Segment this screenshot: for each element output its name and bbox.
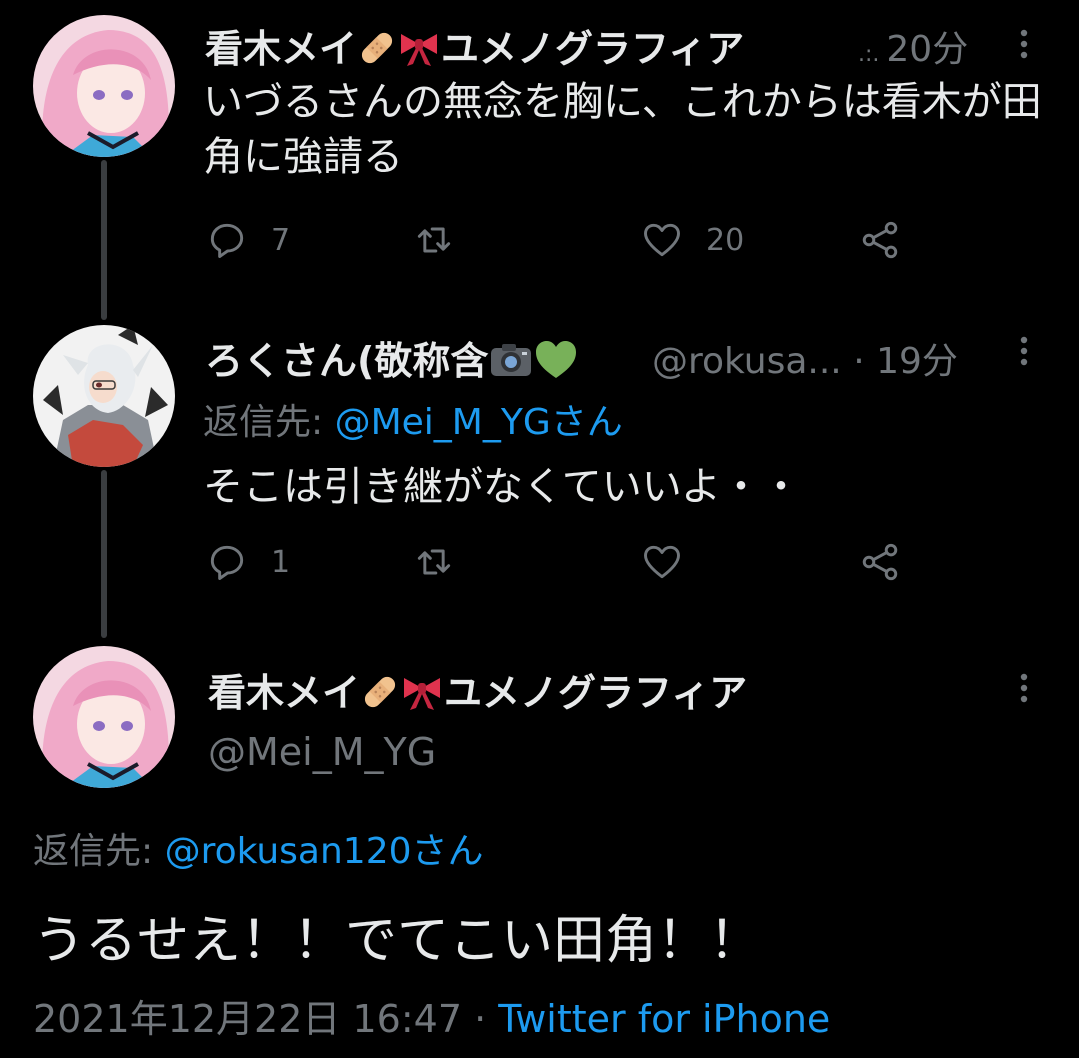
reply-label: 返信先: (203, 402, 335, 443)
reply-context: 返信先: @Mei_M_YGさん (203, 393, 623, 445)
bandage-emoji (357, 28, 397, 77)
reply-to-link[interactable]: @rokusan120さん (165, 831, 484, 872)
bandage-emoji (360, 672, 400, 721)
tweet-author[interactable]: 看木メイ ユメノグラフィア (208, 662, 747, 721)
avatar-image (33, 325, 175, 467)
share-button[interactable] (858, 218, 902, 262)
author-name-suffix: ユメノグラフィア (441, 27, 745, 71)
more-icon[interactable] (1017, 335, 1031, 373)
tweet-author[interactable]: 看木メイ ユメノグラフィア (205, 18, 744, 77)
author-name-suffix: ユメノグラフィア (444, 671, 748, 715)
author-name: ろくさん(敬称含 (205, 339, 489, 383)
reply-label: 返信先: (33, 831, 165, 872)
share-icon (862, 543, 898, 581)
tweet-meta: .:. 20分 (858, 20, 968, 72)
retweet-button[interactable] (412, 218, 478, 262)
tweet-meta: @rokusa... · 19分 (652, 332, 958, 384)
tweet-footer: 2021年12月22日 16:47 · Twitter for iPhone (33, 988, 830, 1043)
footer-separator: · (462, 997, 499, 1041)
tweet-time[interactable]: 20分 (886, 29, 968, 70)
like-button[interactable]: 20 (640, 218, 744, 262)
retweet-icon (417, 549, 451, 575)
tweet-time[interactable]: 19分 (876, 341, 958, 382)
reply-to-link[interactable]: @Mei_M_YGさん (335, 402, 623, 443)
author-name: 看木メイ (205, 27, 358, 71)
avatar-rokusan[interactable] (33, 325, 175, 467)
camera-emoji (488, 340, 534, 389)
more-icon[interactable] (1017, 28, 1031, 66)
author-handle[interactable]: @Mei_M_YG (208, 730, 436, 774)
tweet-text: いづるさんの無念を胸に、これからは看木が田角に強請る (203, 79, 1042, 180)
tweet-source[interactable]: Twitter for iPhone (498, 997, 830, 1041)
like-button[interactable] (640, 540, 706, 584)
ribbon-emoji (400, 672, 444, 721)
tweet-author[interactable]: ろくさん(敬称含 (205, 330, 578, 389)
thread-line (101, 160, 107, 320)
meta-separator: · (841, 341, 877, 382)
share-button[interactable] (858, 540, 902, 584)
author-handle[interactable]: @rokusa... (652, 341, 842, 382)
thread-line (101, 470, 107, 638)
reply-context: 返信先: @rokusan120さん (33, 822, 484, 874)
reply-button[interactable]: 1 (205, 540, 290, 584)
retweet-button[interactable] (412, 540, 478, 584)
more-icon[interactable] (1017, 672, 1031, 710)
truncation-mark: .:. (858, 42, 887, 67)
tweet-timestamp[interactable]: 2021年12月22日 16:47 (33, 997, 462, 1041)
avatar-mei[interactable] (33, 15, 175, 157)
author-name: 看木メイ (208, 671, 361, 715)
green-heart-emoji (534, 340, 578, 389)
avatar-image (33, 15, 175, 157)
like-icon (644, 223, 680, 257)
avatar-image (33, 646, 175, 788)
avatar-mei[interactable] (33, 646, 175, 788)
share-icon (862, 221, 898, 259)
like-count: 20 (706, 222, 745, 258)
reply-icon (210, 223, 244, 258)
main-tweet-text: うるせえ！！でてこい田角！！ (33, 911, 762, 971)
reply-count: 1 (271, 544, 291, 580)
reply-button[interactable]: 7 (205, 218, 290, 262)
like-icon (644, 545, 680, 579)
ribbon-emoji (397, 28, 441, 77)
reply-count: 7 (271, 222, 291, 258)
tweet-text: そこは引き継がなくていいよ・・ (203, 464, 801, 510)
retweet-icon (417, 227, 451, 253)
reply-icon (210, 545, 244, 580)
